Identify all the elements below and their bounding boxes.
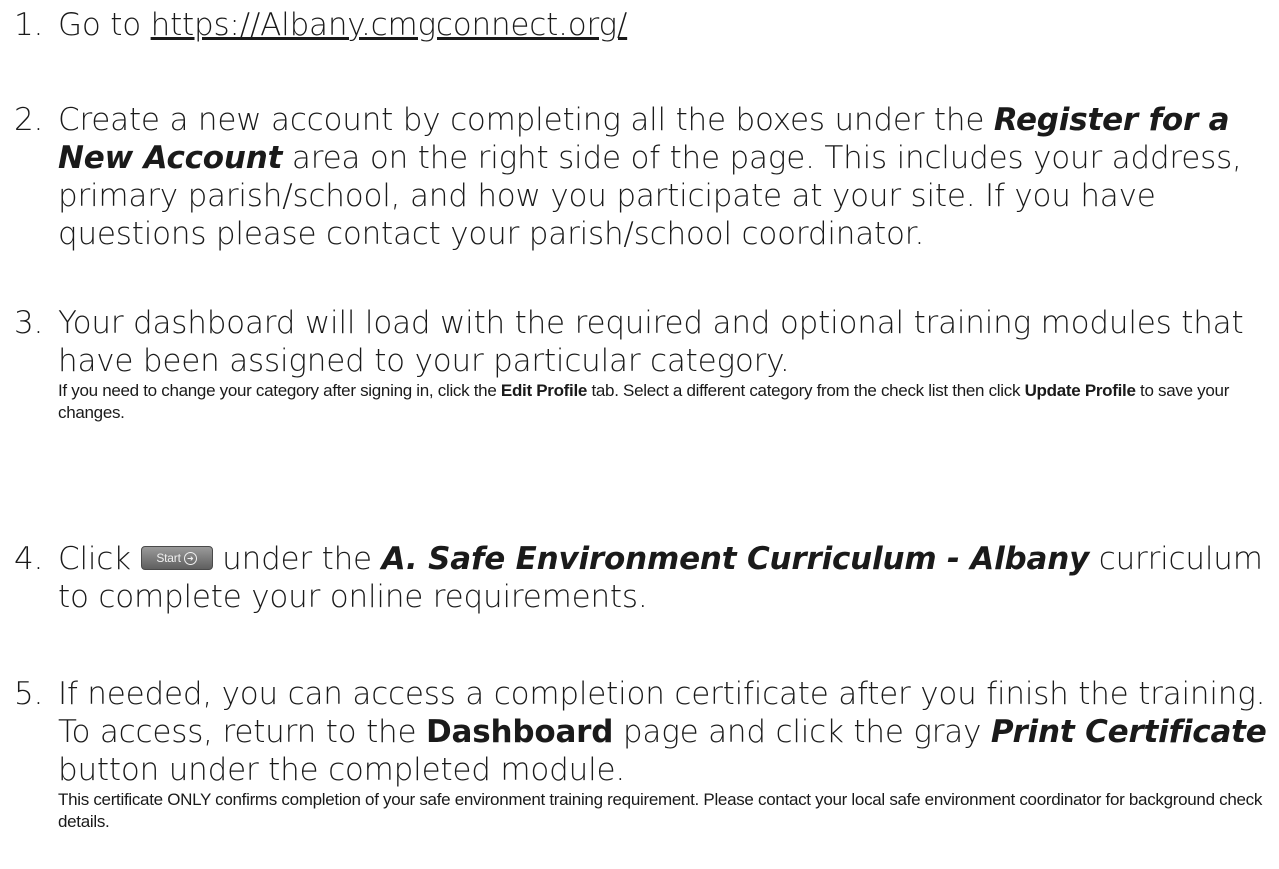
step-5: 5. If needed, you can access a completio… bbox=[14, 675, 1269, 833]
step-text: Create a new account by completing all t… bbox=[58, 102, 994, 138]
step-text: button under the completed module. bbox=[58, 752, 626, 788]
step-text: Go to bbox=[58, 7, 151, 43]
step-number: 2. bbox=[14, 102, 44, 138]
dashboard-label: Dashboard bbox=[426, 714, 614, 750]
step-2: 2. Create a new account by completing al… bbox=[14, 101, 1269, 253]
arrow-circle-icon: ➜ bbox=[183, 551, 197, 565]
start-button-label: Start bbox=[156, 550, 181, 565]
step-text: under the bbox=[212, 541, 382, 577]
step-number: 5. bbox=[14, 676, 44, 712]
step-note: If you need to change your category afte… bbox=[58, 380, 1269, 424]
step-text: page and click the gray bbox=[613, 714, 991, 750]
step-number: 1. bbox=[14, 7, 44, 43]
cmgconnect-link[interactable]: https://Albany.cmgconnect.org/ bbox=[151, 7, 628, 43]
step-number: 4. bbox=[14, 541, 44, 577]
note-text: tab. Select a different category from th… bbox=[587, 381, 1025, 400]
step-1: 1. Go to https://Albany.cmgconnect.org/ bbox=[14, 6, 1269, 44]
step-4: 4. Click Start ➜ under the A. Safe Enviro… bbox=[14, 540, 1269, 616]
step-text: Your dashboard will load with the requir… bbox=[58, 305, 1244, 379]
step-number: 3. bbox=[14, 305, 44, 341]
print-certificate-label: Print Certificate bbox=[990, 714, 1267, 750]
step-text: Click bbox=[58, 541, 141, 577]
curriculum-name: A. Safe Environment Curriculum - Albany bbox=[381, 541, 1090, 577]
step-3: 3. Your dashboard will load with the req… bbox=[14, 304, 1269, 424]
update-profile-label: Update Profile bbox=[1024, 381, 1136, 400]
note-text: If you need to change your category afte… bbox=[58, 381, 501, 400]
instructions-page: 1. Go to https://Albany.cmgconnect.org/ … bbox=[0, 0, 1279, 869]
edit-profile-label: Edit Profile bbox=[500, 381, 588, 400]
start-button-image: Start ➜ bbox=[140, 545, 213, 570]
step-note: This certificate ONLY confirms completio… bbox=[58, 790, 1263, 831]
